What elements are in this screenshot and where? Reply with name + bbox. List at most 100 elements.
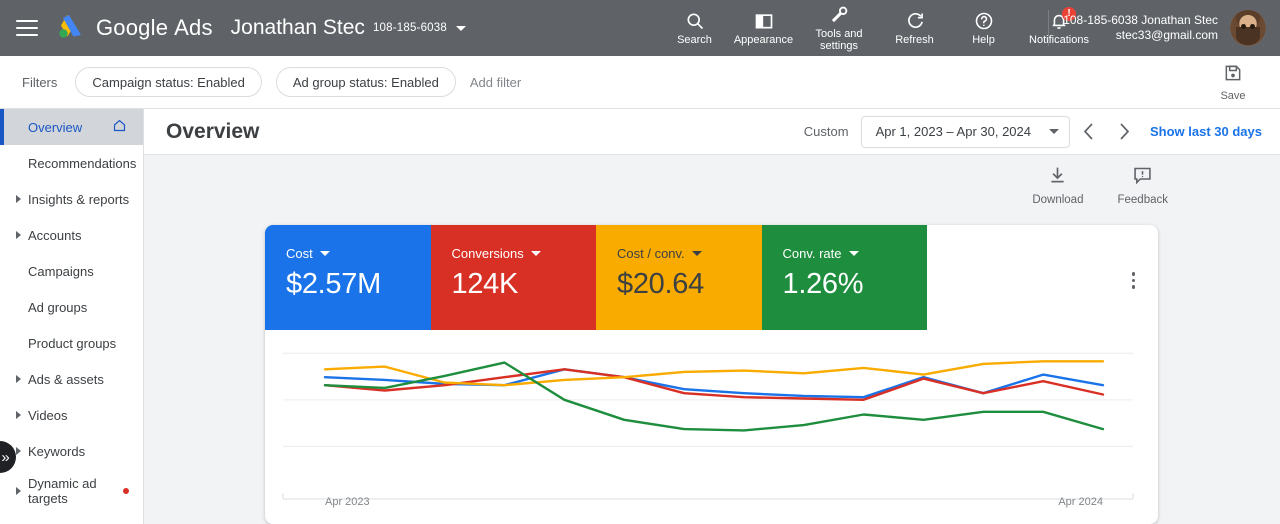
brand-google: Google — [96, 15, 169, 40]
sidebar-item-dynamic-ad-targets[interactable]: Dynamic ad targets — [0, 469, 143, 513]
tools-and-settings-label: Tools and settings — [815, 27, 863, 52]
sidebar-item-videos[interactable]: Videos — [0, 397, 143, 433]
filter-chip-campaign-status[interactable]: Campaign status: Enabled — [75, 67, 262, 97]
brand-title: Google Ads — [96, 15, 213, 41]
metric-tile-cost[interactable]: Cost $2.57M — [265, 225, 431, 330]
chart-series-line — [323, 368, 1105, 402]
metric-value: $20.64 — [617, 268, 704, 300]
metric-label: Cost — [286, 246, 313, 261]
date-preset-label: Custom — [803, 124, 849, 139]
topbar-actions: Search Appearance Tools and settings Ref… — [660, 0, 1100, 56]
filter-chip-ad-group-status[interactable]: Ad group status: Enabled — [275, 67, 456, 97]
sidebar-item-label: Product groups — [28, 335, 117, 351]
download-button[interactable]: Download — [1032, 165, 1083, 206]
next-period-button[interactable] — [1106, 114, 1142, 150]
previous-period-button[interactable] — [1070, 114, 1106, 150]
download-icon — [1047, 165, 1068, 191]
appearance-icon — [754, 11, 774, 31]
sidebar-item-label: Accounts — [28, 227, 82, 243]
appearance-label: Appearance — [733, 33, 794, 46]
chevron-right-icon — [16, 195, 21, 203]
account-id: 108-185-6038 — [372, 22, 447, 34]
sidebar-item-label: Ads & assets — [28, 371, 104, 387]
sidebar-item-campaigns[interactable]: Campaigns — [0, 253, 143, 289]
topbar-divider — [1048, 10, 1050, 46]
sidebar-item-label: Recommendations — [28, 155, 137, 171]
feedback-button[interactable]: Feedback — [1117, 165, 1168, 206]
sidebar-item-recommendations[interactable]: Recommendations — [0, 145, 143, 181]
refresh-icon — [905, 11, 925, 31]
google-ads-logo-icon — [56, 13, 86, 44]
topbar-user-area[interactable]: 108-185-6038 Jonathan Stec stec33@gmail.… — [1042, 10, 1266, 46]
save-button[interactable]: Save — [1204, 56, 1262, 109]
chart-x-axis-labels: Apr 2023 Apr 2024 — [325, 496, 1103, 508]
chevron-right-icon — [16, 375, 21, 383]
new-indicator-dot — [123, 488, 129, 494]
chevron-down-icon[interactable] — [848, 251, 859, 256]
metric-label: Cost / conv. — [617, 246, 685, 261]
sidebar-item-ads-assets[interactable]: Ads & assets — [0, 361, 143, 397]
sidebar-item-keywords[interactable]: Keywords — [0, 433, 143, 469]
sidebar-item-accounts[interactable]: Accounts — [0, 217, 143, 253]
sidebar-item-ad-groups[interactable]: Ad groups — [0, 289, 143, 325]
hamburger-menu-icon[interactable] — [16, 20, 38, 36]
overview-performance-card: Cost $2.57M Conversions 124K Cost / conv… — [265, 225, 1158, 524]
chevron-down-icon[interactable] — [691, 251, 702, 256]
more-vertical-icon[interactable] — [1131, 272, 1135, 289]
sidebar-item-label: Insights & reports — [28, 191, 130, 207]
sidebar-item-label: Overview — [28, 119, 83, 135]
sidebar-item-insights-reports[interactable]: Insights & reports — [0, 181, 143, 217]
save-disk-icon — [1223, 63, 1243, 88]
chevron-down-icon[interactable] — [319, 251, 330, 256]
filter-bar: Filters Campaign status: Enabled Ad grou… — [0, 56, 1280, 109]
avatar[interactable] — [1230, 10, 1266, 46]
metric-tile-cost-per-conv[interactable]: Cost / conv. $20.64 — [596, 225, 762, 330]
search-icon — [685, 11, 705, 31]
chevron-right-icon — [16, 411, 21, 419]
user-account-line: 108-185-6038 Jonathan Stec — [1063, 13, 1218, 27]
refresh-label: Refresh — [895, 33, 934, 46]
x-tick-end: Apr 2024 — [1058, 496, 1103, 508]
chart-series-line — [323, 360, 1105, 387]
metric-tile-conv-rate[interactable]: Conv. rate 1.26% — [761, 225, 927, 330]
metric-value: 1.26% — [782, 268, 864, 300]
search-button[interactable]: Search — [660, 11, 729, 46]
metric-value: 124K — [451, 268, 519, 300]
search-label: Search — [677, 33, 712, 46]
refresh-button[interactable]: Refresh — [880, 11, 949, 46]
sidebar-item-label: Videos — [28, 407, 68, 423]
chevron-right-icon — [16, 231, 21, 239]
appearance-button[interactable]: Appearance — [729, 11, 798, 46]
sidebar-item-product-groups[interactable]: Product groups — [0, 325, 143, 361]
help-button[interactable]: Help — [949, 11, 1018, 46]
metric-tiles: Cost $2.57M Conversions 124K Cost / conv… — [265, 225, 927, 330]
sidebar-item-label: Dynamic ad targets — [28, 476, 97, 506]
show-last-30-days-button[interactable]: Show last 30 days — [1150, 124, 1262, 139]
help-label: Help — [972, 33, 995, 46]
chart-canvas — [282, 352, 1134, 500]
metric-label: Conversions — [451, 246, 524, 261]
add-filter-button[interactable]: Add filter — [470, 75, 521, 90]
user-email: stec33@gmail.com — [1115, 28, 1218, 42]
chevron-down-icon[interactable] — [530, 251, 541, 256]
account-name: Jonathan Stec — [230, 16, 365, 39]
brand-ads: Ads — [174, 15, 213, 40]
chevron-down-icon — [1049, 129, 1059, 134]
sidebar-item-label: Keywords — [28, 443, 86, 459]
date-range-select[interactable]: Apr 1, 2023 – Apr 30, 2024 — [860, 115, 1070, 148]
filters-label: Filters — [22, 74, 58, 90]
brand-area[interactable]: Google Ads — [56, 13, 213, 44]
chevron-right-icon — [16, 487, 21, 495]
tools-and-settings-button[interactable]: Tools and settings — [798, 5, 880, 52]
save-label: Save — [1220, 90, 1246, 102]
content-toolbar: Download Feedback — [144, 155, 1280, 215]
x-tick-start: Apr 2023 — [325, 496, 370, 508]
sidebar-item-label: Campaigns — [28, 263, 94, 279]
feedback-icon — [1132, 165, 1153, 191]
metric-tile-conversions[interactable]: Conversions 124K — [430, 225, 596, 330]
sidebar-item-overview[interactable]: Overview — [0, 109, 143, 145]
chart-series-line — [323, 361, 1105, 432]
account-chevron-down-icon[interactable] — [455, 25, 466, 31]
page-title: Overview — [166, 119, 260, 143]
performance-line-chart: Apr 2023 Apr 2024 — [265, 330, 1158, 524]
